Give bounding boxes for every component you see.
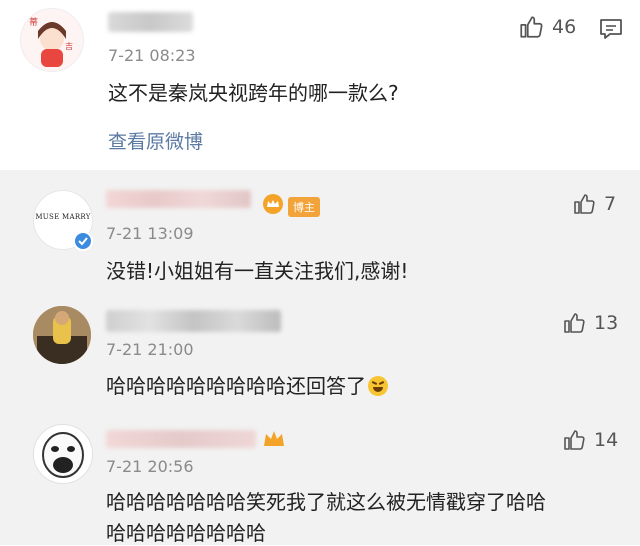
like-count: 7 [604,193,617,215]
like-count: 46 [552,16,577,38]
username-blurred[interactable] [106,190,251,208]
thumbs-up-icon [564,430,585,450]
username-blurred[interactable] [106,430,256,448]
thumbs-up-icon [564,313,585,333]
svg-text:蒂: 蒂 [29,16,38,28]
brand-logo: MUSE MARRY [35,213,91,221]
reply-text: 哈哈哈哈哈哈哈哈哈还回答了 [106,370,388,399]
like-count: 13 [594,312,619,334]
like-button[interactable]: 14 [562,428,618,452]
avatar[interactable] [33,424,93,484]
svg-text:吉: 吉 [65,42,73,51]
thumbs-up-icon [574,194,595,214]
reply-text: 没错!小姐姐有一直关注我们,感谢! [106,259,409,283]
reply-time: 7-21 21:00 [106,340,194,359]
comment-reply-icon[interactable] [598,17,624,45]
username-blurred[interactable] [106,310,281,332]
avatar[interactable] [33,306,91,364]
replies-list: MUSE MARRY 博主 7-21 13:09 没错!小姐姐有一直关注我们,感… [0,170,640,545]
like-button[interactable]: 13 [562,311,618,335]
reply-time: 7-21 20:56 [106,457,194,476]
like-button[interactable]: 7 [572,192,616,216]
user-avatar[interactable]: 蒂 吉 [20,8,84,72]
main-comment: 蒂 吉 7-21 08:23 这不是秦岚央视跨年的哪一款么? 查看原微博 46 [0,0,640,170]
like-button[interactable]: 46 [518,14,576,40]
laugh-cry-emoji-icon [368,376,388,396]
cartoon-avatar-icon: 蒂 吉 [21,9,83,71]
view-original-link[interactable]: 查看原微博 [108,127,203,154]
reply-text-line2: 哈哈哈哈哈哈哈哈 [106,521,266,545]
meme-face-avatar-icon [34,425,92,483]
username-blurred[interactable] [108,12,193,32]
vip-icon [262,428,286,454]
verified-icon [73,231,93,251]
status-badge: 博主 [288,197,320,217]
reply-text-line1: 哈哈哈哈哈哈哈笑死我了就这么被无情戳穿了哈哈 [106,490,546,514]
thumbs-up-icon [520,16,543,38]
comment-time: 7-21 08:23 [108,46,196,65]
comment-text: 这不是秦岚央视跨年的哪一款么? [108,81,399,105]
photo-avatar-icon [33,306,91,364]
crown-icon [262,194,284,218]
reply-text-content: 哈哈哈哈哈哈哈哈哈还回答了 [106,374,366,398]
like-count: 14 [594,429,619,451]
reply-time: 7-21 13:09 [106,224,194,243]
